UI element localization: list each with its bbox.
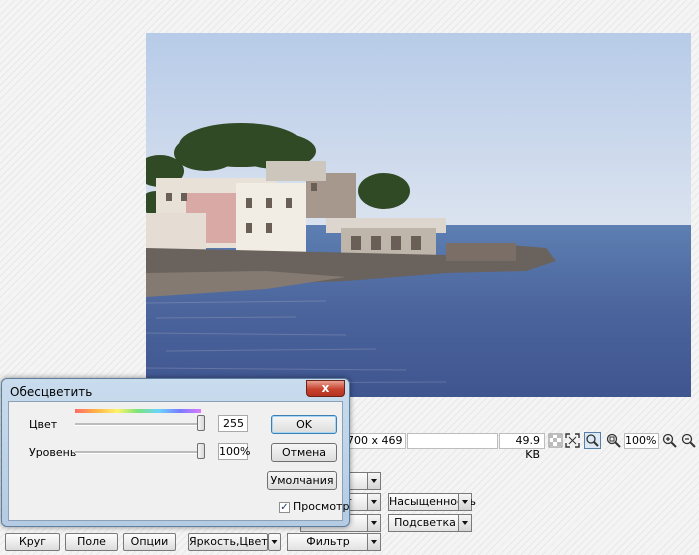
color-label: Цвет xyxy=(29,418,58,431)
tab-circle[interactable]: Круг xyxy=(5,533,60,551)
chevron-down-icon[interactable] xyxy=(458,494,471,510)
cancel-button[interactable]: Отмена xyxy=(271,443,337,462)
filter-combo[interactable]: Фильтр xyxy=(287,533,381,551)
tab-field[interactable]: Поле xyxy=(65,533,118,551)
ok-button[interactable]: OK xyxy=(271,415,337,434)
level-label: Уровень xyxy=(29,446,77,459)
chevron-down-icon[interactable] xyxy=(367,515,380,531)
status-empty-field xyxy=(407,433,498,449)
preview-checkbox[interactable]: ✓ xyxy=(279,502,290,513)
zoom-level: 100% xyxy=(624,433,659,449)
color-slider-track[interactable] xyxy=(75,423,205,426)
desaturate-dialog[interactable]: Обесцветить x Цвет 255 Уровень 100% OK О… xyxy=(1,378,350,527)
filter-label: Фильтр xyxy=(306,535,350,548)
zoom-fit-icon[interactable] xyxy=(605,432,622,449)
chevron-down-icon[interactable] xyxy=(458,515,471,531)
checker-icon[interactable] xyxy=(547,432,564,449)
photo-canvas[interactable] xyxy=(146,33,691,397)
tab-options[interactable]: Опции xyxy=(123,533,176,551)
backlight-combo[interactable]: Подсветка xyxy=(388,514,472,532)
zoom-in-icon[interactable] xyxy=(661,432,678,449)
fit-window-icon[interactable] xyxy=(564,432,581,449)
photo-image xyxy=(146,33,691,397)
chevron-down-icon[interactable] xyxy=(367,534,380,550)
file-size: 49.9 KB xyxy=(499,433,545,461)
defaults-button[interactable]: Умолчания xyxy=(267,471,337,490)
level-slider-track[interactable] xyxy=(75,451,205,454)
close-icon[interactable]: x xyxy=(306,380,345,397)
backlight-label: Подсветка xyxy=(394,516,456,529)
color-value-field[interactable]: 255 xyxy=(218,415,248,432)
tab-brightness-color-dropdown[interactable] xyxy=(268,533,281,551)
saturation-combo[interactable]: Насыщенность xyxy=(388,493,476,511)
dialog-body: Цвет 255 Уровень 100% OK Отмена Умолчани… xyxy=(8,401,349,521)
zoom-out-icon[interactable] xyxy=(680,432,697,449)
chevron-down-icon[interactable] xyxy=(367,473,380,489)
chevron-down-icon[interactable] xyxy=(367,494,380,510)
tab-brightness-color[interactable]: Яркость,Цвет xyxy=(188,533,268,551)
color-spectrum-strip xyxy=(75,409,201,413)
level-value-field[interactable]: 100% xyxy=(218,443,250,460)
saturation-label: Насыщенность xyxy=(389,495,476,508)
chevron-down-icon xyxy=(269,534,280,550)
dialog-title: Обесцветить xyxy=(10,385,93,399)
image-dimensions: 700 x 469 xyxy=(343,433,406,449)
level-slider-thumb[interactable] xyxy=(197,443,205,459)
preview-label[interactable]: Просмотр xyxy=(293,500,349,513)
zoom-actual-icon[interactable] xyxy=(584,432,601,449)
color-slider-thumb[interactable] xyxy=(197,415,205,431)
